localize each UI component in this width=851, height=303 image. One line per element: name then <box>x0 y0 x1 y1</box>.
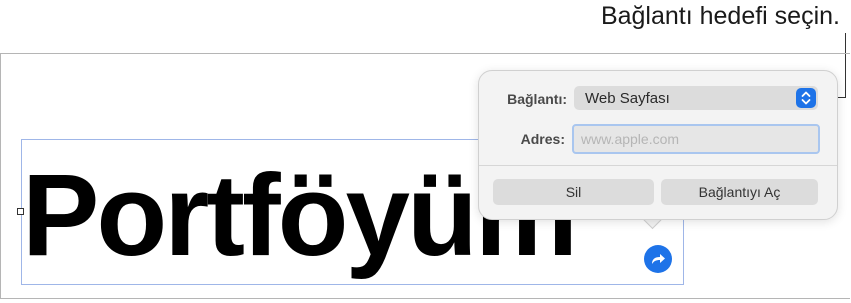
callout-annotation: Bağlantı hedefi seçin. <box>600 2 840 30</box>
link-type-value: Web Sayfası <box>585 90 670 107</box>
address-label: Adres: <box>520 131 565 147</box>
chevron-up-down-icon <box>796 88 816 108</box>
popover-divider <box>479 165 837 166</box>
delete-link-button[interactable]: Sil <box>493 179 654 205</box>
link-popover: Bağlantı: Web Sayfası Adres: Sil Bağlant… <box>478 70 838 220</box>
open-link-button[interactable]: Bağlantıyı Aç <box>661 179 818 205</box>
link-type-label: Bağlantı: <box>507 91 567 107</box>
link-type-select[interactable]: Web Sayfası <box>574 86 818 110</box>
address-input[interactable] <box>572 124 820 154</box>
arrow-forward-circle-icon[interactable] <box>644 245 672 273</box>
